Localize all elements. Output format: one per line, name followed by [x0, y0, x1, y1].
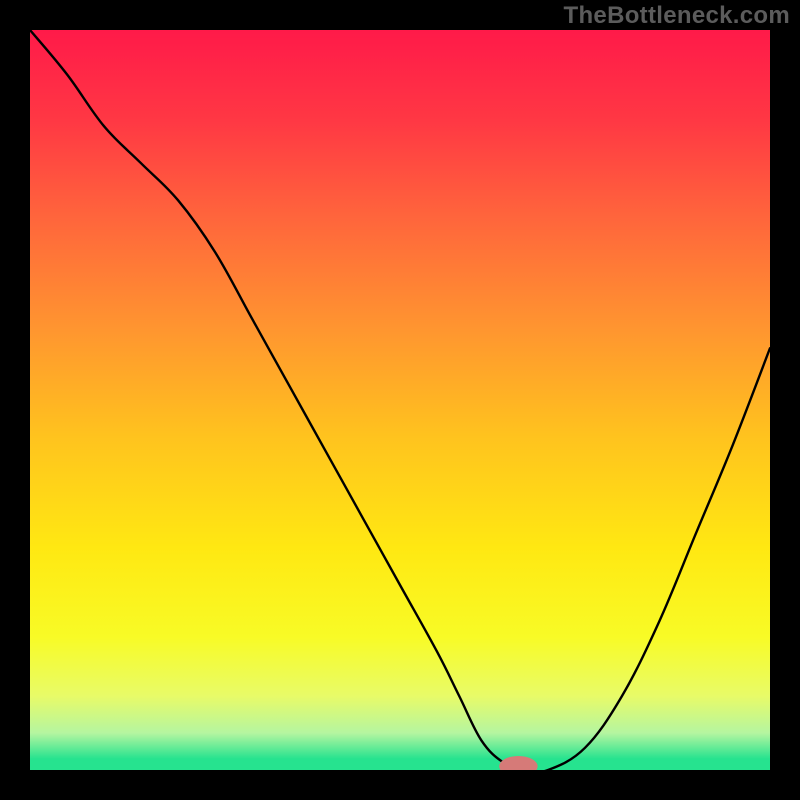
watermark-text: TheBottleneck.com — [564, 2, 790, 30]
gradient-background — [30, 30, 770, 770]
plot-area — [30, 30, 770, 770]
chart-svg — [30, 30, 770, 770]
chart-frame: TheBottleneck.com — [0, 0, 800, 800]
